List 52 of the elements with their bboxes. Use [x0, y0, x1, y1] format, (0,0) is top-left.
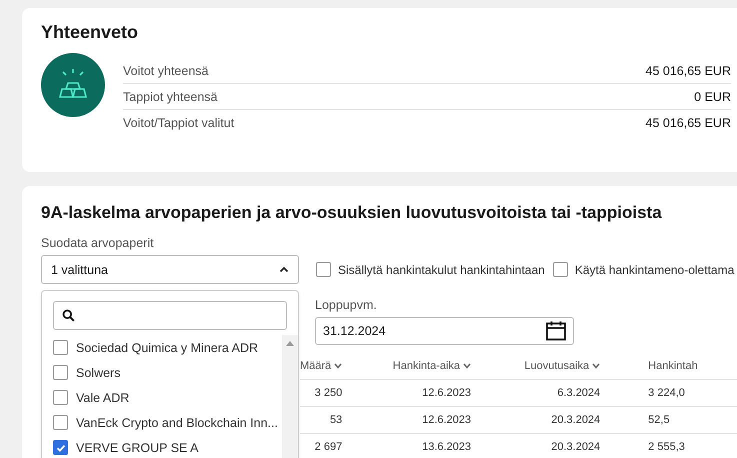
table-cell: 6.3.2024: [557, 387, 600, 399]
table-cell: 13.6.2023: [422, 441, 472, 453]
security-option[interactable]: Sociedad Quimica y Minera ADR: [76, 340, 258, 354]
table-cell: 3 224,0: [648, 387, 685, 399]
summary-label: Voitot yhteensä: [123, 64, 208, 78]
column-header[interactable]: Määrä: [300, 360, 342, 372]
chevron-down-icon: [463, 363, 472, 369]
search-icon: [62, 309, 75, 322]
search-field[interactable]: [53, 301, 287, 330]
caret-icon: [279, 266, 289, 273]
scroll-up-icon: [286, 341, 294, 346]
checkbox[interactable]: [552, 262, 568, 277]
chevron-down-icon: [334, 363, 342, 369]
table-cell: 2 697: [314, 441, 342, 453]
column-header[interactable]: Hankinta-aika: [392, 360, 472, 372]
security-filter-dropdown[interactable]: 1 valittuna: [41, 255, 299, 284]
security-option[interactable]: Vale ADR: [76, 390, 130, 404]
date-field[interactable]: 31.12.2024: [315, 317, 574, 345]
option-label: Käytä hankintameno-olettama: [574, 262, 734, 276]
card-title: Yhteenveto: [41, 21, 140, 43]
security-option[interactable]: VanEck Crypto and Blockchain Inn...: [76, 416, 278, 430]
calendar-icon[interactable]: [545, 320, 567, 342]
table-cell: 52,5: [648, 414, 670, 426]
table-cell: 20.3.2024: [551, 441, 600, 453]
summary-value: 45 016,65 EUR: [646, 116, 731, 130]
checkbox[interactable]: [53, 340, 68, 355]
summary-label: Tappiot yhteensä: [123, 90, 218, 104]
table-cell: 2 555,3: [648, 441, 685, 453]
chevron-down-icon: [592, 363, 600, 369]
security-option[interactable]: Solwers: [76, 366, 120, 380]
table-cell: 3 250: [314, 387, 342, 399]
table-cell: 12.6.2023: [422, 387, 472, 399]
option-label: Sisällytä hankintakulut hankintahintaan: [338, 262, 545, 276]
summary-value: 0 EUR: [694, 90, 731, 104]
table-cell: 20.3.2024: [551, 414, 600, 426]
summary-value: 45 016,65 EUR: [646, 64, 731, 78]
summary-label: Voitot/Tappiot valitut: [123, 116, 234, 130]
checkbox[interactable]: [53, 415, 68, 430]
table-cell: 53: [330, 414, 342, 426]
table-cell: 12.6.2023: [422, 414, 472, 426]
checkbox[interactable]: [53, 390, 68, 405]
column-header[interactable]: Luovutusaika: [524, 360, 600, 372]
field-label: Suodata arvopaperit: [41, 236, 154, 251]
security-option[interactable]: VERVE GROUP SE A: [76, 440, 199, 454]
ingots-icon: [41, 53, 105, 117]
section-title: 9A-laskelma arvopaperien ja arvo-osuuksien luovutusvoitoista tai -tappioista: [41, 202, 663, 224]
checkbox[interactable]: [316, 262, 331, 277]
checkbox[interactable]: [53, 440, 68, 455]
column-header[interactable]: Hankintah: [648, 360, 698, 372]
scrollbar[interactable]: [282, 335, 298, 458]
field-label: Loppupvm.: [315, 298, 377, 313]
checkbox[interactable]: [53, 365, 68, 380]
